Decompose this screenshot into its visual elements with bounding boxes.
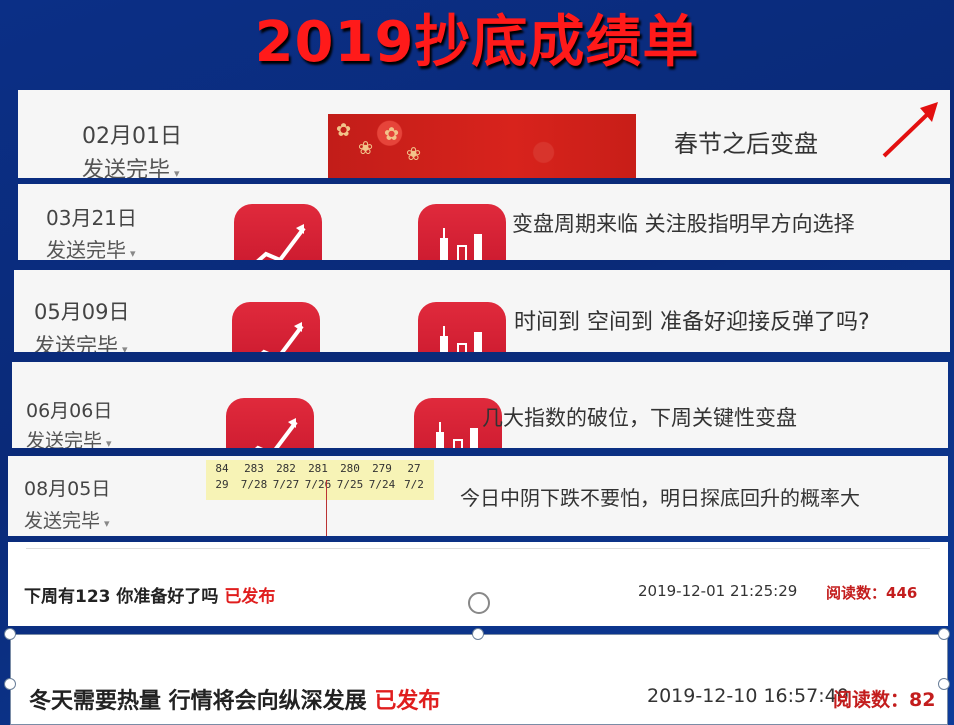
message-row-5: 08月05日 发送完毕 ▾ 84 283 282 281 280 279 27 2… (8, 456, 948, 536)
row-status-label: 发送完毕 (24, 510, 101, 532)
article-read-count: 阅读数：446 (826, 582, 917, 603)
price-cell: 279 (372, 462, 392, 475)
date-cell: 7/26 (304, 478, 332, 491)
article-read-count: 阅读数：82 (833, 685, 935, 712)
row-headline: 春节之后变盘 (674, 130, 818, 158)
candlestick-icon (440, 228, 482, 260)
price-cell: 283 (244, 462, 264, 475)
row-status[interactable]: 发送完毕 ▾ (26, 426, 112, 448)
candlestick-app-icon (418, 204, 506, 260)
row-headline: 今日中阴下跌不要怕，明日探底回升的概率大 (460, 486, 860, 510)
date-cell: 29 (215, 478, 229, 491)
article-datetime: 2019-12-10 16:57:40 (647, 685, 849, 707)
candlestick-icon (440, 326, 482, 352)
trend-app-icon (232, 302, 320, 352)
trend-up-icon (254, 418, 298, 448)
published-badge: 已发布 (374, 689, 441, 714)
message-row-1: 02月01日 发送完毕 ▾ ✿ ❀ ✿ ❀ 春节之后变盘 (18, 90, 950, 178)
message-row-2: 03月21日 发送完毕 ▾ 变盘周期来临 关注股指明早方向选择 (18, 184, 950, 260)
row-status[interactable]: 发送完毕 ▾ (46, 234, 136, 260)
row-status-label: 发送完毕 (34, 334, 118, 352)
spring-festival-banner: ✿ ❀ ✿ ❀ (328, 114, 636, 178)
trend-app-icon (226, 398, 314, 448)
resize-handle-top-left[interactable] (4, 628, 16, 640)
article-title: 冬天需要热量 行情将会向纵深发展 已发布 (29, 683, 440, 715)
resize-handle-middle-left[interactable] (4, 678, 16, 690)
row-date: 05月09日 (34, 300, 130, 324)
published-badge: 已发布 (224, 587, 276, 607)
slide-title: 2019抄底成绩单 (254, 10, 700, 75)
row-headline: 时间到 空间到 准备好迎接反弹了吗? (514, 310, 870, 335)
date-cell: 7/25 (336, 478, 364, 491)
date-cell: 7/24 (368, 478, 396, 491)
blossom-icon: ✿ (336, 120, 352, 141)
row-status[interactable]: 发送完毕 ▾ (24, 506, 110, 533)
article-title: 下周有123 你准备好了吗 已发布 (24, 582, 275, 607)
read-count-label: 阅读数： (833, 689, 910, 711)
date-cell: 7/27 (272, 478, 300, 491)
chevron-down-icon: ▾ (104, 517, 110, 530)
trend-up-icon (256, 224, 306, 260)
trend-app-icon (234, 204, 322, 260)
row-date: 02月01日 (82, 124, 182, 149)
red-arrow-icon (882, 102, 938, 158)
read-count-label: 阅读数： (826, 584, 887, 602)
chart-cursor-line (326, 480, 327, 536)
price-cell: 282 (276, 462, 296, 475)
row-date: 03月21日 (46, 206, 137, 230)
row-status[interactable]: 发送完毕 ▾ (82, 152, 180, 178)
candlestick-app-icon (418, 302, 506, 352)
article-title-text: 冬天需要热量 行情将会向纵深发展 (29, 689, 375, 714)
row-date: 08月05日 (24, 478, 111, 500)
row-status-label: 发送完毕 (46, 238, 126, 260)
row-headline: 变盘周期来临 关注股指明早方向选择 (512, 212, 855, 236)
rotate-handle-icon[interactable] (468, 592, 490, 614)
resize-handle-top-right[interactable] (938, 628, 950, 640)
candlestick-icon (436, 422, 478, 448)
read-count-value: 82 (909, 689, 936, 711)
read-count-value: 446 (886, 584, 918, 602)
row-headline: 几大指数的破位，下周关键性变盘 (482, 406, 797, 430)
chevron-down-icon: ▾ (122, 343, 128, 352)
chevron-down-icon: ▾ (106, 437, 112, 448)
price-cell: 84 (215, 462, 229, 475)
article-title-text: 下周有123 你准备好了吗 (24, 587, 225, 607)
date-cell: 7/2 (404, 478, 424, 491)
row-status[interactable]: 发送完毕 ▾ (34, 330, 128, 352)
article-datetime: 2019-12-01 21:25:29 (638, 582, 798, 600)
blossom-icon: ✿ (384, 124, 400, 145)
message-row-4: 06月06日 发送完毕 ▾ 几大指数的破位，下周关键性变盘 (12, 362, 948, 448)
resize-handle-top-center[interactable] (472, 628, 484, 640)
article-card-2[interactable]: 冬天需要热量 行情将会向纵深发展 已发布 2019-12-10 16:57:40… (10, 634, 948, 725)
stock-price-strip: 84 283 282 281 280 279 27 29 7/28 7/27 7… (206, 460, 434, 500)
price-cell: 27 (407, 462, 421, 475)
trend-up-icon (260, 322, 304, 352)
price-cell: 280 (340, 462, 360, 475)
resize-handle-middle-right[interactable] (938, 678, 950, 690)
row-date: 06月06日 (26, 400, 113, 422)
chevron-down-icon: ▾ (174, 167, 180, 178)
message-row-3: 05月09日 发送完毕 ▾ 时间到 空间到 准备好迎接反弹了吗? (14, 270, 950, 352)
row-status-label: 发送完毕 (26, 430, 103, 448)
row-status-label: 发送完毕 (82, 158, 171, 178)
blossom-icon: ❀ (358, 138, 374, 159)
date-cell: 7/28 (240, 478, 268, 491)
price-cell: 281 (308, 462, 328, 475)
blossom-icon: ❀ (406, 144, 422, 165)
chevron-down-icon: ▾ (130, 247, 136, 260)
